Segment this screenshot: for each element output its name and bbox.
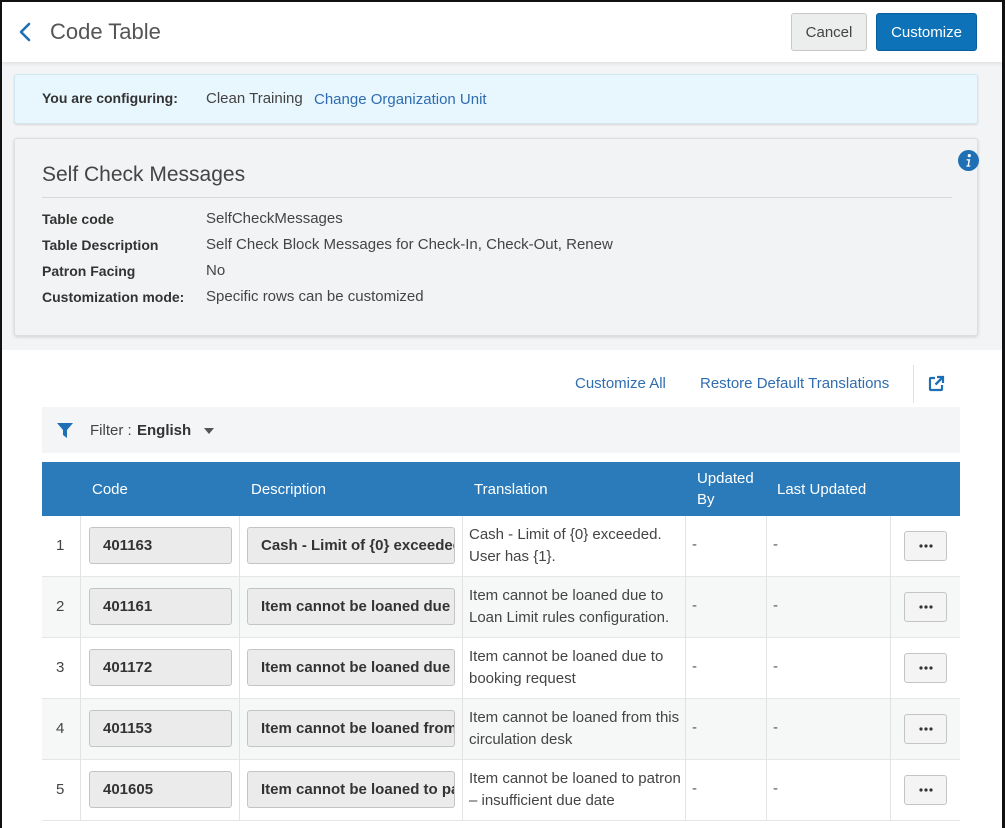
description-field[interactable]: Cash - Limit of {0} exceeded. User has {… <box>247 527 455 564</box>
table-row: 4 401153 Item cannot be loaned from this… <box>42 699 960 760</box>
customize-button[interactable]: Customize <box>876 13 977 51</box>
chevron-left-icon[interactable] <box>18 21 34 43</box>
code-field[interactable]: 401153 <box>89 710 232 747</box>
translation-text: Item cannot be loaned to patron – insuff… <box>469 770 681 809</box>
row-actions-button[interactable] <box>904 653 947 683</box>
divider <box>913 365 914 403</box>
ellipsis-icon <box>918 666 933 670</box>
updated-by-value: - <box>692 658 697 675</box>
cancel-button[interactable]: Cancel <box>791 13 867 51</box>
ellipsis-icon <box>918 544 933 548</box>
external-link-icon[interactable] <box>928 375 945 392</box>
translation-text: Cash - Limit of {0} exceeded. User has {… <box>469 526 662 565</box>
translation-text: Item cannot be loaned from this circulat… <box>469 709 680 748</box>
table-row: 5 401605 Item cannot be loaned to patron… <box>42 760 960 821</box>
row-number: 1 <box>56 537 65 554</box>
ellipsis-icon <box>918 788 933 792</box>
updated-by-value: - <box>692 780 697 797</box>
code-table-details-card: Self Check Messages Table code SelfCheck… <box>14 138 979 336</box>
code-field[interactable]: 401605 <box>89 771 232 808</box>
divider <box>42 197 952 198</box>
column-header-code[interactable]: Code <box>92 481 128 498</box>
code-field[interactable]: 401163 <box>89 527 232 564</box>
column-header-updated-by-line1[interactable]: Updated <box>697 470 754 487</box>
info-icon[interactable] <box>958 150 979 171</box>
table-row: 2 401161 Item cannot be loaned due to Lo… <box>42 577 960 638</box>
code-field[interactable]: 401161 <box>89 588 232 625</box>
column-header-description[interactable]: Description <box>251 481 326 498</box>
code-table-grid: Code Description Translation Updated By … <box>42 462 960 821</box>
configuring-banner: You are configuring: Clean Training Chan… <box>14 74 978 124</box>
row-actions-button[interactable] <box>904 592 947 622</box>
last-updated-value: - <box>773 780 778 797</box>
field-label: Table code <box>42 211 115 227</box>
table-body: 1 401163 Cash - Limit of {0} exceeded. U… <box>42 516 960 821</box>
description-field[interactable]: Item cannot be loaned due to Loan Limit … <box>247 588 455 625</box>
table-row: 3 401172 Item cannot be loaned due to bo… <box>42 638 960 699</box>
field-value: Specific rows can be customized <box>206 288 424 305</box>
column-header-updated-by-line2[interactable]: By <box>697 491 715 508</box>
rows-section: Customize All Restore Default Translatio… <box>2 350 1002 828</box>
row-number: 5 <box>56 781 65 798</box>
row-number: 3 <box>56 659 65 676</box>
configuring-label: You are configuring: <box>42 90 178 106</box>
row-actions-button[interactable] <box>904 531 947 561</box>
change-organization-unit-link[interactable]: Change Organization Unit <box>314 91 487 108</box>
last-updated-value: - <box>773 658 778 675</box>
ellipsis-icon <box>918 605 933 609</box>
field-label: Table Description <box>42 237 159 253</box>
field-value: SelfCheckMessages <box>206 210 343 227</box>
table-row: 1 401163 Cash - Limit of {0} exceeded. U… <box>42 516 960 577</box>
column-header-translation[interactable]: Translation <box>474 481 548 498</box>
translation-text: Item cannot be loaned due to Loan Limit … <box>469 587 670 626</box>
row-number: 4 <box>56 720 65 737</box>
filter-icon[interactable] <box>57 423 73 438</box>
updated-by-value: - <box>692 597 697 614</box>
code-field[interactable]: 401172 <box>89 649 232 686</box>
row-number: 2 <box>56 598 65 615</box>
field-label: Customization mode: <box>42 289 185 305</box>
field-value: No <box>206 262 226 279</box>
updated-by-value: - <box>692 536 697 553</box>
last-updated-value: - <box>773 719 778 736</box>
restore-default-translations-link[interactable]: Restore Default Translations <box>700 375 889 392</box>
column-header-last-updated[interactable]: Last Updated <box>777 481 866 498</box>
page-title: Code Table <box>50 19 161 44</box>
description-field[interactable]: Item cannot be loaned to patron – insuff… <box>247 771 455 808</box>
field-label: Patron Facing <box>42 263 136 279</box>
description-field[interactable]: Item cannot be loaned due to booking req… <box>247 649 455 686</box>
code-table-name: Self Check Messages <box>42 163 246 186</box>
last-updated-value: - <box>773 597 778 614</box>
last-updated-value: - <box>773 536 778 553</box>
caret-down-icon[interactable] <box>204 428 214 434</box>
language-filter-dropdown[interactable]: English <box>137 422 191 439</box>
table-header: Code Description Translation Updated By … <box>42 462 960 516</box>
translation-text: Item cannot be loaned due to booking req… <box>469 648 664 687</box>
page-header: Code Table Cancel Customize <box>2 2 1002 62</box>
updated-by-value: - <box>692 719 697 736</box>
customize-all-link[interactable]: Customize All <box>575 375 666 392</box>
app-frame: Code Table Cancel Customize You are conf… <box>0 0 1005 828</box>
ellipsis-icon <box>918 727 933 731</box>
filter-label: Filter : <box>90 422 132 439</box>
row-actions-button[interactable] <box>904 775 947 805</box>
field-value: Self Check Block Messages for Check-In, … <box>206 236 613 253</box>
description-field[interactable]: Item cannot be loaned from this circulat… <box>247 710 455 747</box>
row-actions-button[interactable] <box>904 714 947 744</box>
filter-bar: Filter : English <box>42 407 960 453</box>
organization-unit-name: Clean Training <box>206 90 303 107</box>
